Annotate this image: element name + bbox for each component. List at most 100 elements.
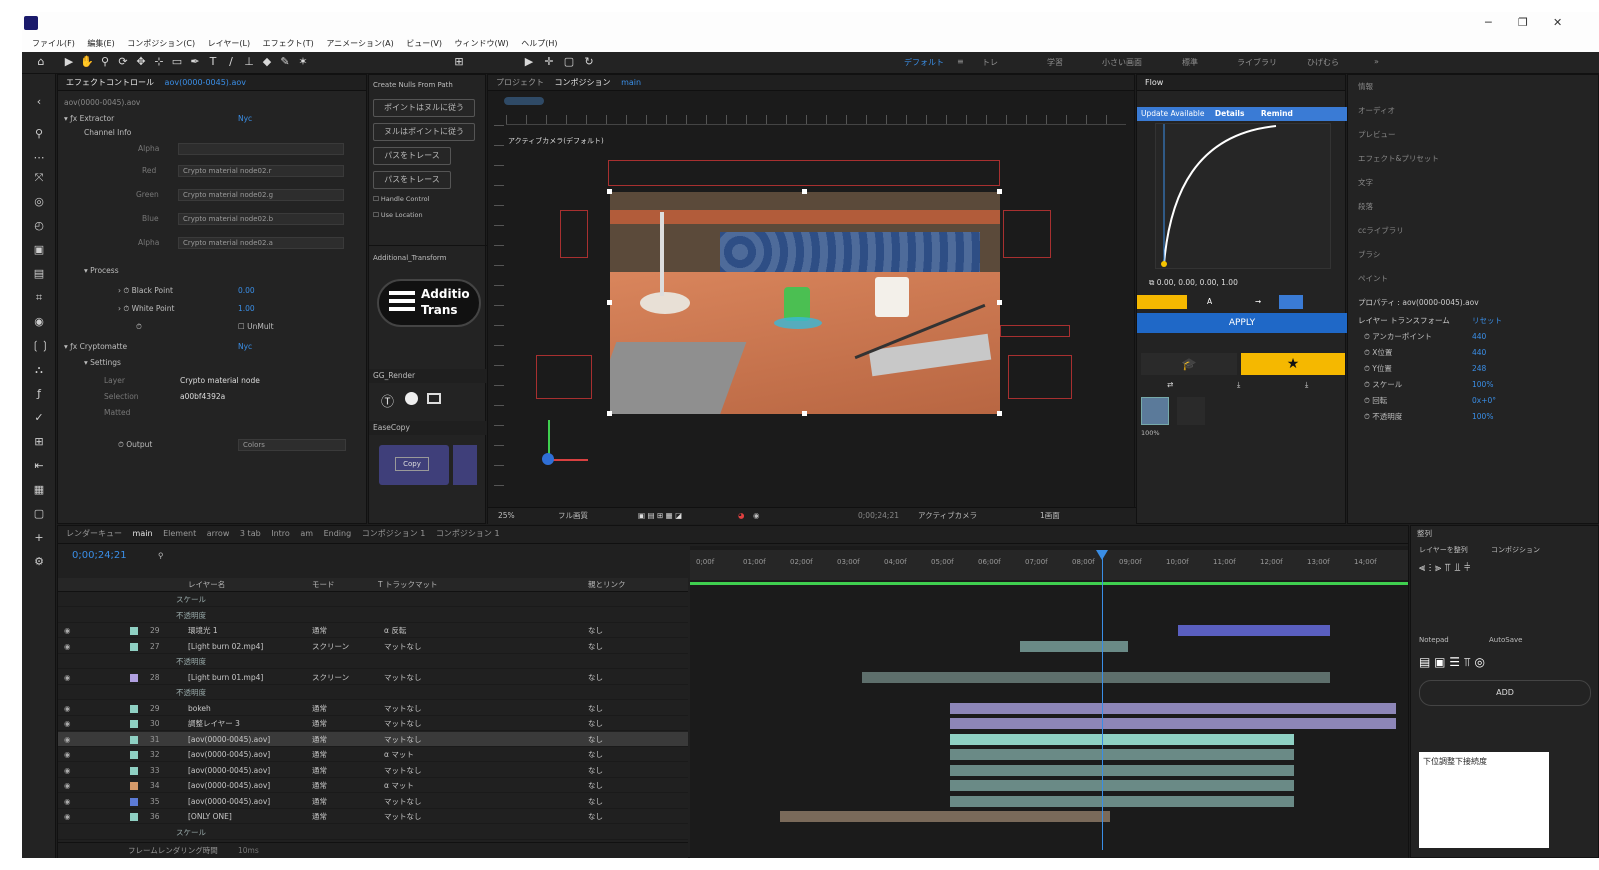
layer-row[interactable]: ◉ 30 調整レイヤー 3 通常 マットなし なし xyxy=(58,716,688,731)
label-color-swatch[interactable] xyxy=(130,642,138,651)
label-color-swatch[interactable] xyxy=(130,813,138,821)
note-textarea[interactable]: 下位調整下接続度 xyxy=(1419,752,1549,848)
prop-x-value[interactable]: 440 xyxy=(1472,347,1486,359)
blend-mode[interactable]: 通常 xyxy=(312,623,327,638)
layer-icon[interactable]: ▤ xyxy=(31,266,47,282)
layer-name[interactable]: [aov(0000-0045).aov] xyxy=(188,794,270,809)
easecopy-copy-button[interactable]: Copy xyxy=(395,457,429,471)
transform-handle[interactable] xyxy=(607,411,612,416)
layer-duration-bar[interactable] xyxy=(950,718,1396,729)
layer-name[interactable]: [Light burn 01.mp4] xyxy=(188,670,263,685)
align-icons[interactable]: ⫷ ⫶ ⫸ ⫪ ⫫ ⫩ xyxy=(1419,562,1470,574)
viewer-timecode[interactable]: 0;00;24;21 xyxy=(858,510,899,522)
apply-button[interactable]: APPLY xyxy=(1137,313,1347,333)
play-arrow-icon[interactable]: ▶ xyxy=(522,55,536,69)
tab-element[interactable]: Element xyxy=(163,526,196,542)
workspace-small-screen[interactable]: 小さい画面 xyxy=(1102,57,1142,68)
layer-duration-bar[interactable] xyxy=(950,795,1294,807)
flow-arrow-button[interactable]: ➞ xyxy=(1255,296,1261,308)
visibility-eye-icon[interactable]: ◉ xyxy=(64,732,71,747)
target-icon[interactable]: ◎ xyxy=(31,194,47,210)
settings-icon[interactable]: ⚙ xyxy=(31,554,47,570)
alpha2-dropdown[interactable]: Crypto material node02.a xyxy=(178,237,344,249)
panel-preview[interactable]: プレビュー xyxy=(1358,129,1396,141)
preset-thumb-1[interactable] xyxy=(1141,397,1169,425)
parent-link[interactable]: なし xyxy=(588,623,603,638)
back-icon[interactable]: ‹ xyxy=(31,94,47,110)
parent-link[interactable]: なし xyxy=(588,778,603,793)
circle-icon[interactable] xyxy=(405,392,418,405)
handle-control-checkbox[interactable]: ☐ Handle Control xyxy=(373,193,429,205)
prop-y-value[interactable]: 248 xyxy=(1472,363,1486,375)
parent-link[interactable]: なし xyxy=(588,809,603,824)
parent-link[interactable]: なし xyxy=(588,794,603,809)
transform-handle[interactable] xyxy=(997,300,1002,305)
layer-duration-bar[interactable] xyxy=(1178,625,1330,636)
track-matte[interactable]: α 反転 xyxy=(384,623,406,638)
minimize-icon[interactable]: ─ xyxy=(1485,16,1492,29)
text-tool-icon[interactable]: T xyxy=(206,55,220,69)
flow-ease-button[interactable] xyxy=(1137,295,1187,309)
camera-tool-icon[interactable]: ✥ xyxy=(134,55,148,69)
easecopy-card[interactable]: Copy xyxy=(379,445,449,485)
layer-row[interactable]: スケール xyxy=(58,592,688,607)
blend-mode[interactable]: 通常 xyxy=(312,747,327,762)
workspace-tre[interactable]: トレ xyxy=(982,57,998,68)
visibility-eye-icon[interactable]: ◉ xyxy=(64,747,71,762)
prop-rotation-value[interactable]: 0x+0° xyxy=(1472,395,1496,407)
visibility-eye-icon[interactable]: ◉ xyxy=(64,778,71,793)
black-point-value[interactable]: 0.00 xyxy=(238,285,255,297)
visibility-eye-icon[interactable]: ◉ xyxy=(64,716,71,731)
tab-timeline-main[interactable]: main xyxy=(133,526,153,542)
maximize-icon[interactable]: ❐ xyxy=(1518,16,1528,29)
timer-icon[interactable]: ◴ xyxy=(31,218,47,234)
tab-ending[interactable]: Ending xyxy=(324,526,352,542)
layer-name[interactable]: スケール xyxy=(176,592,206,607)
process-section[interactable]: ▾ Process xyxy=(84,265,119,277)
timeline-search-icon[interactable]: ⚲ xyxy=(158,550,164,562)
layer-name[interactable]: 環境光 1 xyxy=(188,623,218,638)
layer-transform-reset[interactable]: リセット xyxy=(1472,315,1502,327)
visibility-eye-icon[interactable]: ◉ xyxy=(64,763,71,778)
track-matte[interactable]: マットなし xyxy=(384,639,422,654)
stopwatch-icon[interactable]: ⏱ xyxy=(136,321,142,333)
crop-icon[interactable]: ⌗ xyxy=(31,290,47,306)
parent-link[interactable]: なし xyxy=(588,732,603,747)
label-color-swatch[interactable] xyxy=(130,627,138,635)
green-dropdown[interactable]: Crypto material node02.g xyxy=(178,189,344,201)
layer-name[interactable]: [Light burn 02.mp4] xyxy=(188,639,263,654)
layer-row[interactable]: ◉ 31 [aov(0000-0045).aov] 通常 マットなし なし xyxy=(58,731,688,747)
layer-duration-bar[interactable] xyxy=(950,780,1294,791)
blend-mode[interactable]: 通常 xyxy=(312,778,327,793)
track-matte[interactable]: マットなし xyxy=(384,809,422,824)
settings-section[interactable]: ▾ Settings xyxy=(84,357,121,369)
white-point-value[interactable]: 1.00 xyxy=(238,303,255,315)
camera-icon[interactable]: ◉ xyxy=(753,510,760,522)
panel-character[interactable]: 文字 xyxy=(1358,177,1373,189)
fx-extractor-reset[interactable]: Nyc xyxy=(238,113,252,125)
snap-icon[interactable]: ⊞ xyxy=(452,55,466,69)
visibility-eye-icon[interactable]: ◉ xyxy=(64,623,71,638)
layer-name[interactable]: bokeh xyxy=(188,701,211,716)
bracket-icon[interactable]: ❲❳ xyxy=(31,338,49,354)
zoom-tool-icon[interactable]: ⚲ xyxy=(98,55,112,69)
prop-anchor-value[interactable]: 440 xyxy=(1472,331,1486,343)
label-color-swatch[interactable] xyxy=(130,704,138,713)
layer-name[interactable]: 不透明度 xyxy=(176,685,206,700)
remind-link[interactable]: Remind xyxy=(1261,109,1293,118)
menu-view[interactable]: ビュー(V) xyxy=(406,36,442,52)
layer-row[interactable]: 不透明度 xyxy=(58,685,688,700)
layer-duration-bar[interactable] xyxy=(780,811,1110,822)
layer-row[interactable]: ◉ 27 [Light burn 02.mp4] スクリーン マットなし なし xyxy=(58,639,688,654)
hand-tool-icon[interactable]: ✋ xyxy=(80,55,94,69)
workspace-more[interactable]: » xyxy=(1374,57,1379,66)
details-link[interactable]: Details xyxy=(1215,109,1245,118)
fx-extractor[interactable]: ▾ ƒx Extractor xyxy=(64,113,114,125)
tab-arrow[interactable]: arrow xyxy=(207,526,230,542)
loop-icon-small[interactable]: ⇄ xyxy=(1167,379,1173,391)
label-color-swatch[interactable] xyxy=(130,782,138,790)
parent-link[interactable]: なし xyxy=(588,639,603,654)
easecopy-card-2[interactable] xyxy=(453,445,477,485)
menu-effect[interactable]: エフェクト(T) xyxy=(263,36,314,52)
tab-easecopy[interactable]: EaseCopy xyxy=(373,422,410,434)
